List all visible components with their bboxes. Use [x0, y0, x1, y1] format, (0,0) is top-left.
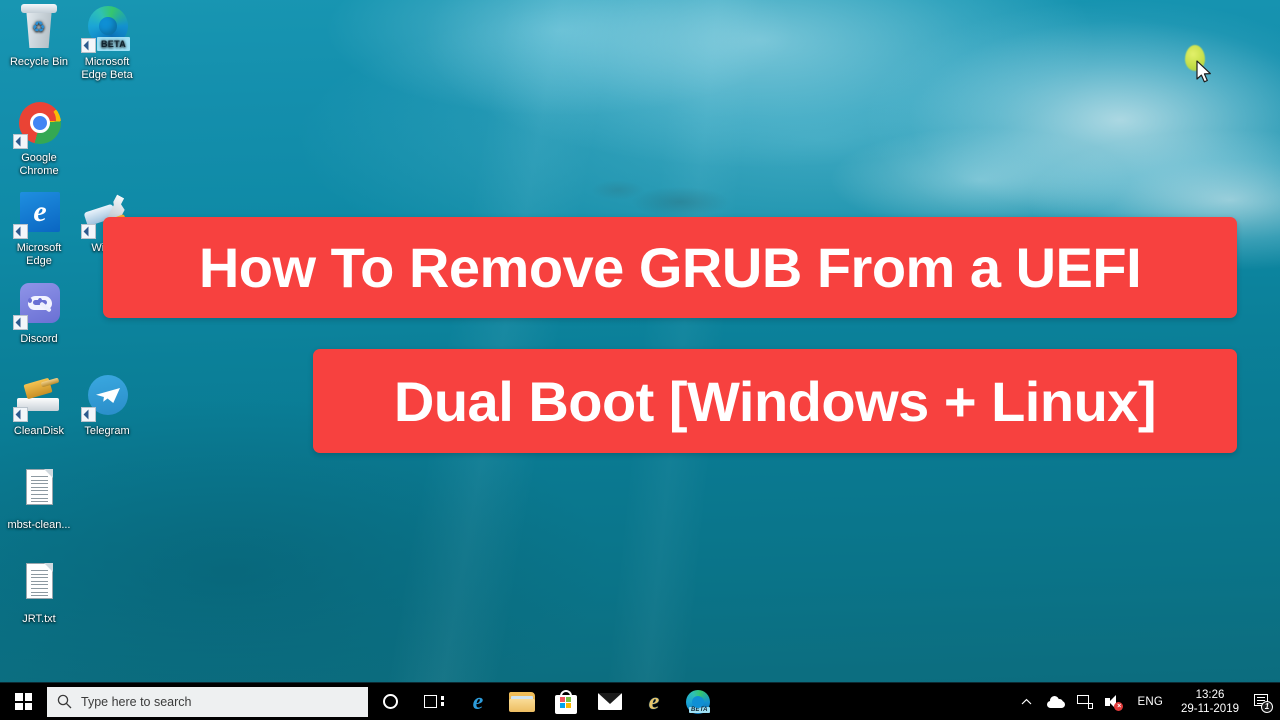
search-input[interactable]: Type here to search	[47, 686, 368, 717]
start-button[interactable]	[0, 683, 47, 720]
desktop-icon-recycle-bin[interactable]: ♻ Recycle Bin	[0, 4, 78, 69]
desktop-icon-label: Google Chrome	[19, 152, 59, 177]
cortana-circle-icon	[382, 694, 398, 709]
desktop-icon-label: Telegram	[84, 425, 130, 437]
mail-button[interactable]	[588, 683, 632, 720]
notification-center-icon: 1	[1254, 693, 1273, 713]
cleandisk-icon	[13, 373, 63, 422]
desktop-icon-google-chrome[interactable]: Google Chrome	[0, 100, 78, 177]
onedrive-button[interactable]	[1041, 683, 1071, 720]
shortcut-arrow-icon	[81, 38, 96, 53]
title-banner-line-2: Dual Boot [Windows + Linux]	[313, 349, 1237, 453]
language-indicator[interactable]: ENG	[1127, 683, 1173, 720]
file-explorer-button[interactable]	[500, 683, 544, 720]
desktop-icon-discord[interactable]: Discord	[0, 281, 78, 346]
title-banner-line-1: How To Remove GRUB From a UEFI	[103, 217, 1237, 318]
desktop-icon-telegram[interactable]: Telegram	[68, 373, 146, 438]
cloud-icon	[1047, 695, 1066, 708]
microsoft-edge-icon: e	[13, 190, 63, 239]
microsoft-edge-button[interactable]: e	[456, 683, 500, 720]
clock-date: 29-11-2019	[1181, 702, 1239, 715]
notification-center-button[interactable]: 1	[1247, 683, 1280, 720]
clock-time: 13:26	[1195, 688, 1225, 701]
text-file-icon	[15, 467, 63, 515]
beta-badge: BETA	[689, 706, 710, 713]
windows-logo-icon	[15, 693, 32, 710]
network-button[interactable]	[1071, 683, 1099, 720]
recycle-bin-icon: ♻	[15, 4, 63, 52]
shortcut-arrow-icon	[81, 407, 96, 422]
discord-icon	[13, 281, 63, 330]
system-tray: × ENG 13:26 29-11-2019 1	[1012, 683, 1280, 720]
language-label: ENG	[1137, 695, 1164, 708]
internet-explorer-icon: e	[648, 688, 660, 715]
microsoft-edge-beta-button[interactable]: BETA	[676, 683, 720, 720]
text-file-icon	[15, 561, 63, 609]
microsoft-edge-icon: e	[472, 688, 484, 715]
microsoft-edge-beta-icon: BETA	[686, 689, 710, 714]
task-view-icon	[424, 694, 444, 710]
microsoft-store-icon	[555, 689, 577, 714]
shortcut-arrow-icon	[13, 407, 28, 422]
desktop-icon-label: Recycle Bin	[9, 56, 69, 68]
microsoft-edge-beta-icon: BETA	[81, 4, 131, 53]
network-icon	[1077, 694, 1094, 709]
cortana-button[interactable]	[368, 683, 412, 720]
mail-icon	[598, 693, 622, 710]
beta-badge: BETA	[97, 36, 131, 51]
search-placeholder-text: Type here to search	[81, 694, 192, 709]
speaker-muted-icon: ×	[1105, 694, 1124, 711]
desktop-icon-mbst-clean[interactable]: mbst-clean...	[0, 467, 78, 532]
desktop-icon-label: mbst-clean...	[7, 519, 71, 531]
telegram-icon	[81, 373, 131, 422]
mute-mark: ×	[1114, 701, 1124, 711]
desktop-icon-label: Microsoft Edge Beta	[81, 56, 133, 81]
desktop-icon-cleandisk[interactable]: CleanDisk	[0, 373, 78, 438]
shortcut-arrow-icon	[13, 224, 28, 239]
desktop-icon-jrt-txt[interactable]: JRT.txt	[0, 561, 78, 626]
shortcut-arrow-icon	[81, 224, 96, 239]
desktop-icon-microsoft-edge-beta[interactable]: BETA Microsoft Edge Beta	[68, 4, 146, 81]
microsoft-store-button[interactable]	[544, 683, 588, 720]
desktop-icon-label: Microsoft Edge	[16, 242, 62, 267]
internet-explorer-button[interactable]: e	[632, 683, 676, 720]
desktop-icon-label: JRT.txt	[22, 613, 56, 625]
shortcut-arrow-icon	[13, 134, 28, 149]
desktop-icon-label: CleanDisk	[13, 425, 65, 437]
shortcut-arrow-icon	[13, 315, 28, 330]
desktop-icon-microsoft-edge[interactable]: e Microsoft Edge	[0, 190, 78, 267]
show-hidden-icons-button[interactable]	[1012, 683, 1041, 720]
task-view-button[interactable]	[412, 683, 456, 720]
desktop-screen: ♻ Recycle Bin BETA Microsoft Edge Beta G…	[0, 0, 1280, 720]
clock[interactable]: 13:26 29-11-2019	[1173, 683, 1247, 720]
title-banner-line-1-text: How To Remove GRUB From a UEFI	[198, 236, 1142, 299]
file-explorer-icon	[509, 691, 535, 712]
title-banner-line-2-text: Dual Boot [Windows + Linux]	[393, 369, 1157, 433]
mouse-pointer	[1196, 60, 1214, 86]
search-icon	[47, 694, 81, 709]
volume-button[interactable]: ×	[1099, 683, 1127, 720]
notification-count-badge: 1	[1261, 700, 1273, 713]
taskbar: Type here to search e e BETA × ENG 13:26…	[0, 682, 1280, 720]
desktop-icon-label: Discord	[20, 333, 58, 345]
google-chrome-icon	[13, 100, 63, 149]
chevron-up-icon	[1022, 698, 1032, 704]
